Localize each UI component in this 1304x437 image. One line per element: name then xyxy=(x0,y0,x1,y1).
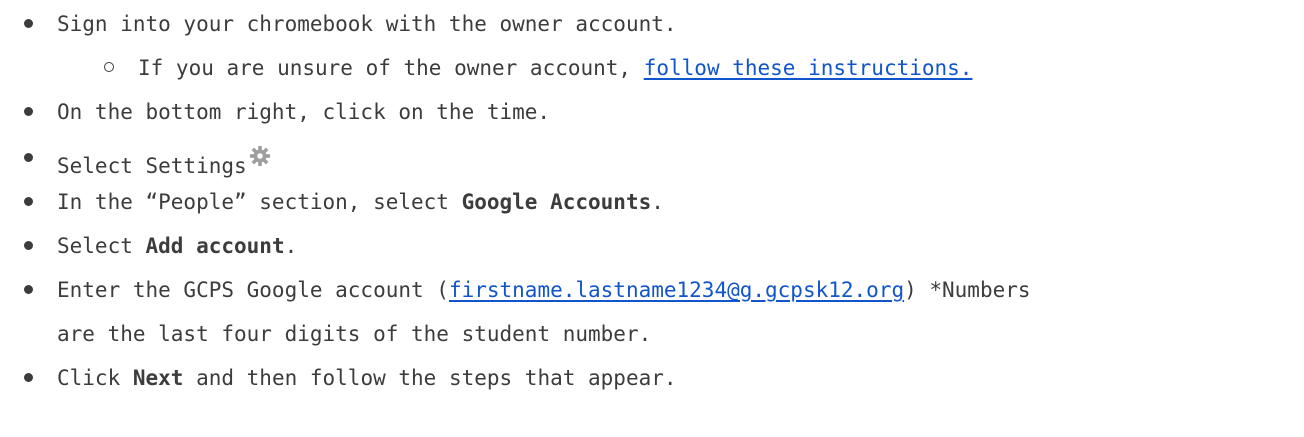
step-prefix: Enter the GCPS Google account ( xyxy=(57,278,449,302)
gear-icon xyxy=(249,145,270,167)
step-suffix: . xyxy=(284,234,298,258)
student-email-link[interactable]: firstname.lastname1234@g.gcpsk12.org xyxy=(449,278,904,302)
step-text: Select Settings xyxy=(57,145,271,179)
step-suffix: and then follow the steps that appear. xyxy=(183,366,677,390)
bullet xyxy=(16,233,40,259)
step-text: On the bottom right, click on the time. xyxy=(57,100,551,124)
step-prefix: Select xyxy=(57,234,146,258)
step-text: If you are unsure of the owner account, … xyxy=(138,55,972,81)
step-suffix: . xyxy=(651,190,664,214)
bullet xyxy=(16,365,40,391)
bullet xyxy=(16,145,40,171)
step-text: In the “People” section, select Google A… xyxy=(57,189,664,215)
step-prefix: In the “People” section, select xyxy=(57,190,462,214)
step-text: Click Next and then follow the steps tha… xyxy=(57,365,677,391)
next-label: Next xyxy=(132,366,184,390)
follow-instructions-link[interactable]: follow these instructions. xyxy=(644,56,973,80)
step-text: Enter the GCPS Google account (firstname… xyxy=(57,277,1031,303)
step-label: Select Settings xyxy=(57,154,247,178)
step-text: Sign into your chromebook with the owner… xyxy=(57,12,677,36)
step-prefix: If you are unsure of the owner account, xyxy=(138,56,644,80)
bullet xyxy=(16,11,40,37)
bullet xyxy=(16,277,40,303)
instructions-document: Sign into your chromebook with the owner… xyxy=(0,0,1304,437)
google-accounts-label: Google Accounts xyxy=(461,190,652,214)
step-text-continued: are the last four digits of the student … xyxy=(57,322,652,346)
step-text: Select Add account. xyxy=(57,233,297,259)
bullet xyxy=(16,189,40,215)
sub-bullet xyxy=(97,55,121,81)
add-account-label: Add account xyxy=(145,234,285,258)
step-suffix: ) *Numbers xyxy=(904,278,1031,302)
bullet xyxy=(16,99,40,125)
step-prefix: Click xyxy=(57,366,133,390)
